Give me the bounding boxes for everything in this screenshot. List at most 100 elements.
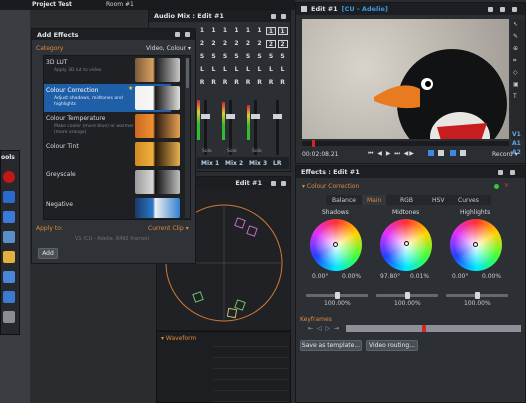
mix-cell-row4-5[interactable]: L [255,66,265,74]
record-menu[interactable]: Record ▾ [492,151,518,158]
mix-cell-row3-0[interactable]: S [197,53,207,61]
keyframe-playhead[interactable] [422,325,426,332]
viewer-minimize-icon[interactable] [488,7,493,12]
fader-track-lr[interactable] [276,100,279,155]
viewer-scrub-bar[interactable] [302,141,509,146]
playhead-marker[interactable] [312,140,315,147]
loop-icon[interactable] [428,150,434,156]
mix-cell-row2-1[interactable]: 2 [209,40,219,48]
video-routing-button[interactable]: Video routing... [366,340,418,351]
mix-cell-row3-1[interactable]: S [209,53,219,61]
tab-main[interactable]: Main [367,197,381,204]
mix-cell-row1-0[interactable]: 1 [197,27,207,35]
apply-to-select[interactable]: Current Clip ▾ [148,225,189,232]
close-icon[interactable] [281,14,286,19]
fader-track-3[interactable] [254,100,257,155]
solo-label-3[interactable]: Solo [252,149,262,154]
out-point-icon[interactable] [450,150,456,156]
viewer-maximize-icon[interactable] [500,7,505,12]
mix-cell-row3-7[interactable]: S [278,53,288,61]
transport-controls[interactable]: ⏮ ◀ ▶ ⏭ ◀▶ [368,150,415,158]
solo-label-2[interactable]: Solo [227,149,237,154]
zoom-icon[interactable]: ⊕ [513,45,518,52]
effect-enabled-icon[interactable] [494,184,499,189]
mix-cell-row5-6[interactable]: R [266,79,276,87]
mix-cell-row1-2[interactable]: 1 [220,27,230,35]
mix-cell-row2-7[interactable]: 2 [277,40,288,48]
grid-tool-icon[interactable] [3,211,15,223]
mix-cell-row4-2[interactable]: L [220,66,230,74]
ruler-icon[interactable]: ◇ [513,69,518,76]
mix-cell-row3-5[interactable]: S [255,53,265,61]
crop-icon[interactable]: ⌗ [513,57,516,65]
midtones-slider-knob[interactable] [405,292,410,299]
layout-tool-icon[interactable] [3,231,15,243]
tab-balance[interactable]: Balance [332,197,356,204]
mix-cell-row1-6[interactable]: 1 [266,27,276,35]
mix-cell-row1-3[interactable]: 1 [232,27,242,35]
settings-tool-icon[interactable] [3,311,15,323]
mix-cell-row4-3[interactable]: L [232,66,242,74]
mix-cell-row4-1[interactable]: L [209,66,219,74]
mix-cell-row5-4[interactable]: R [243,79,253,87]
pointer-icon[interactable]: ↖ [513,21,518,28]
mix-cell-row4-4[interactable]: L [243,66,253,74]
midtones-slider[interactable] [376,292,438,299]
mix-cell-row5-1[interactable]: R [209,79,219,87]
add-effects-maximize-icon[interactable] [175,32,180,37]
folder-tool-icon[interactable] [3,251,15,263]
mix-cell-row1-7[interactable]: 1 [277,27,288,35]
mix-cell-row5-2[interactable]: R [220,79,230,87]
scope-close-icon[interactable] [281,181,286,186]
shadows-slider-knob[interactable] [335,292,340,299]
text-icon[interactable]: T [513,93,517,100]
highlights-slider-knob[interactable] [475,292,480,299]
mix-cell-row1-4[interactable]: 1 [243,27,253,35]
mix-cell-row2-0[interactable]: 2 [197,40,207,48]
shadows-slider[interactable] [306,292,368,299]
mask-icon[interactable]: ▣ [513,81,519,88]
add-effects-close-icon[interactable] [185,32,190,37]
effect-remove-icon[interactable]: ✕ [504,182,509,189]
highlights-wheel-handle[interactable] [473,242,478,247]
mix-cell-row5-0[interactable]: R [197,79,207,87]
tab-hsv[interactable]: HSV [432,197,444,204]
fader-track-1[interactable] [204,100,207,155]
export-tool-icon[interactable] [3,291,15,303]
mix-cell-row3-3[interactable]: S [232,53,242,61]
highlights-color-wheel[interactable] [450,219,502,271]
fader-knob-lr[interactable] [273,114,282,119]
mix-cell-row2-3[interactable]: 2 [232,40,242,48]
fader-knob-3[interactable] [251,114,260,119]
mix-cell-row5-5[interactable]: R [255,79,265,87]
record-tool-icon[interactable] [3,171,15,183]
scrollbar-thumb[interactable] [186,58,189,88]
tab-curves[interactable]: Curves [458,197,479,204]
keyframe-track[interactable] [346,325,521,332]
mix-cell-row5-3[interactable]: R [232,79,242,87]
fader-knob-1[interactable] [201,114,210,119]
mix-cell-row2-5[interactable]: 2 [255,40,265,48]
highlights-slider[interactable] [446,292,508,299]
add-button[interactable]: Add [38,248,58,259]
mix-cell-row2-2[interactable]: 2 [220,40,230,48]
mix-cell-row4-7[interactable]: L [278,66,288,74]
maximize-icon[interactable] [271,14,276,19]
mix-cell-row2-6[interactable]: 2 [266,40,276,48]
mix-cell-row3-2[interactable]: S [220,53,230,61]
mix-cell-row5-7[interactable]: R [278,79,288,87]
fader-track-2[interactable] [229,100,232,155]
tab-room[interactable]: Room #1 [106,1,134,8]
solo-label-1[interactable]: Solo [202,149,212,154]
mix-cell-row4-6[interactable]: L [266,66,276,74]
favorite-star-icon[interactable]: ★ [128,85,133,92]
keyframe-nav-icons[interactable]: ⇤ ◁ ▷ ⇥ [308,325,340,332]
mix-cell-row4-0[interactable]: L [197,66,207,74]
in-point-icon[interactable] [438,150,444,156]
shadows-color-wheel[interactable] [310,219,362,271]
mixer-tool-icon[interactable] [3,271,15,283]
tab-rgb[interactable]: RGB [400,197,413,204]
effect-header[interactable]: ▾ Colour Correction [302,183,359,190]
edit-icon[interactable]: ✎ [513,33,518,40]
mix-cell-row3-4[interactable]: S [243,53,253,61]
